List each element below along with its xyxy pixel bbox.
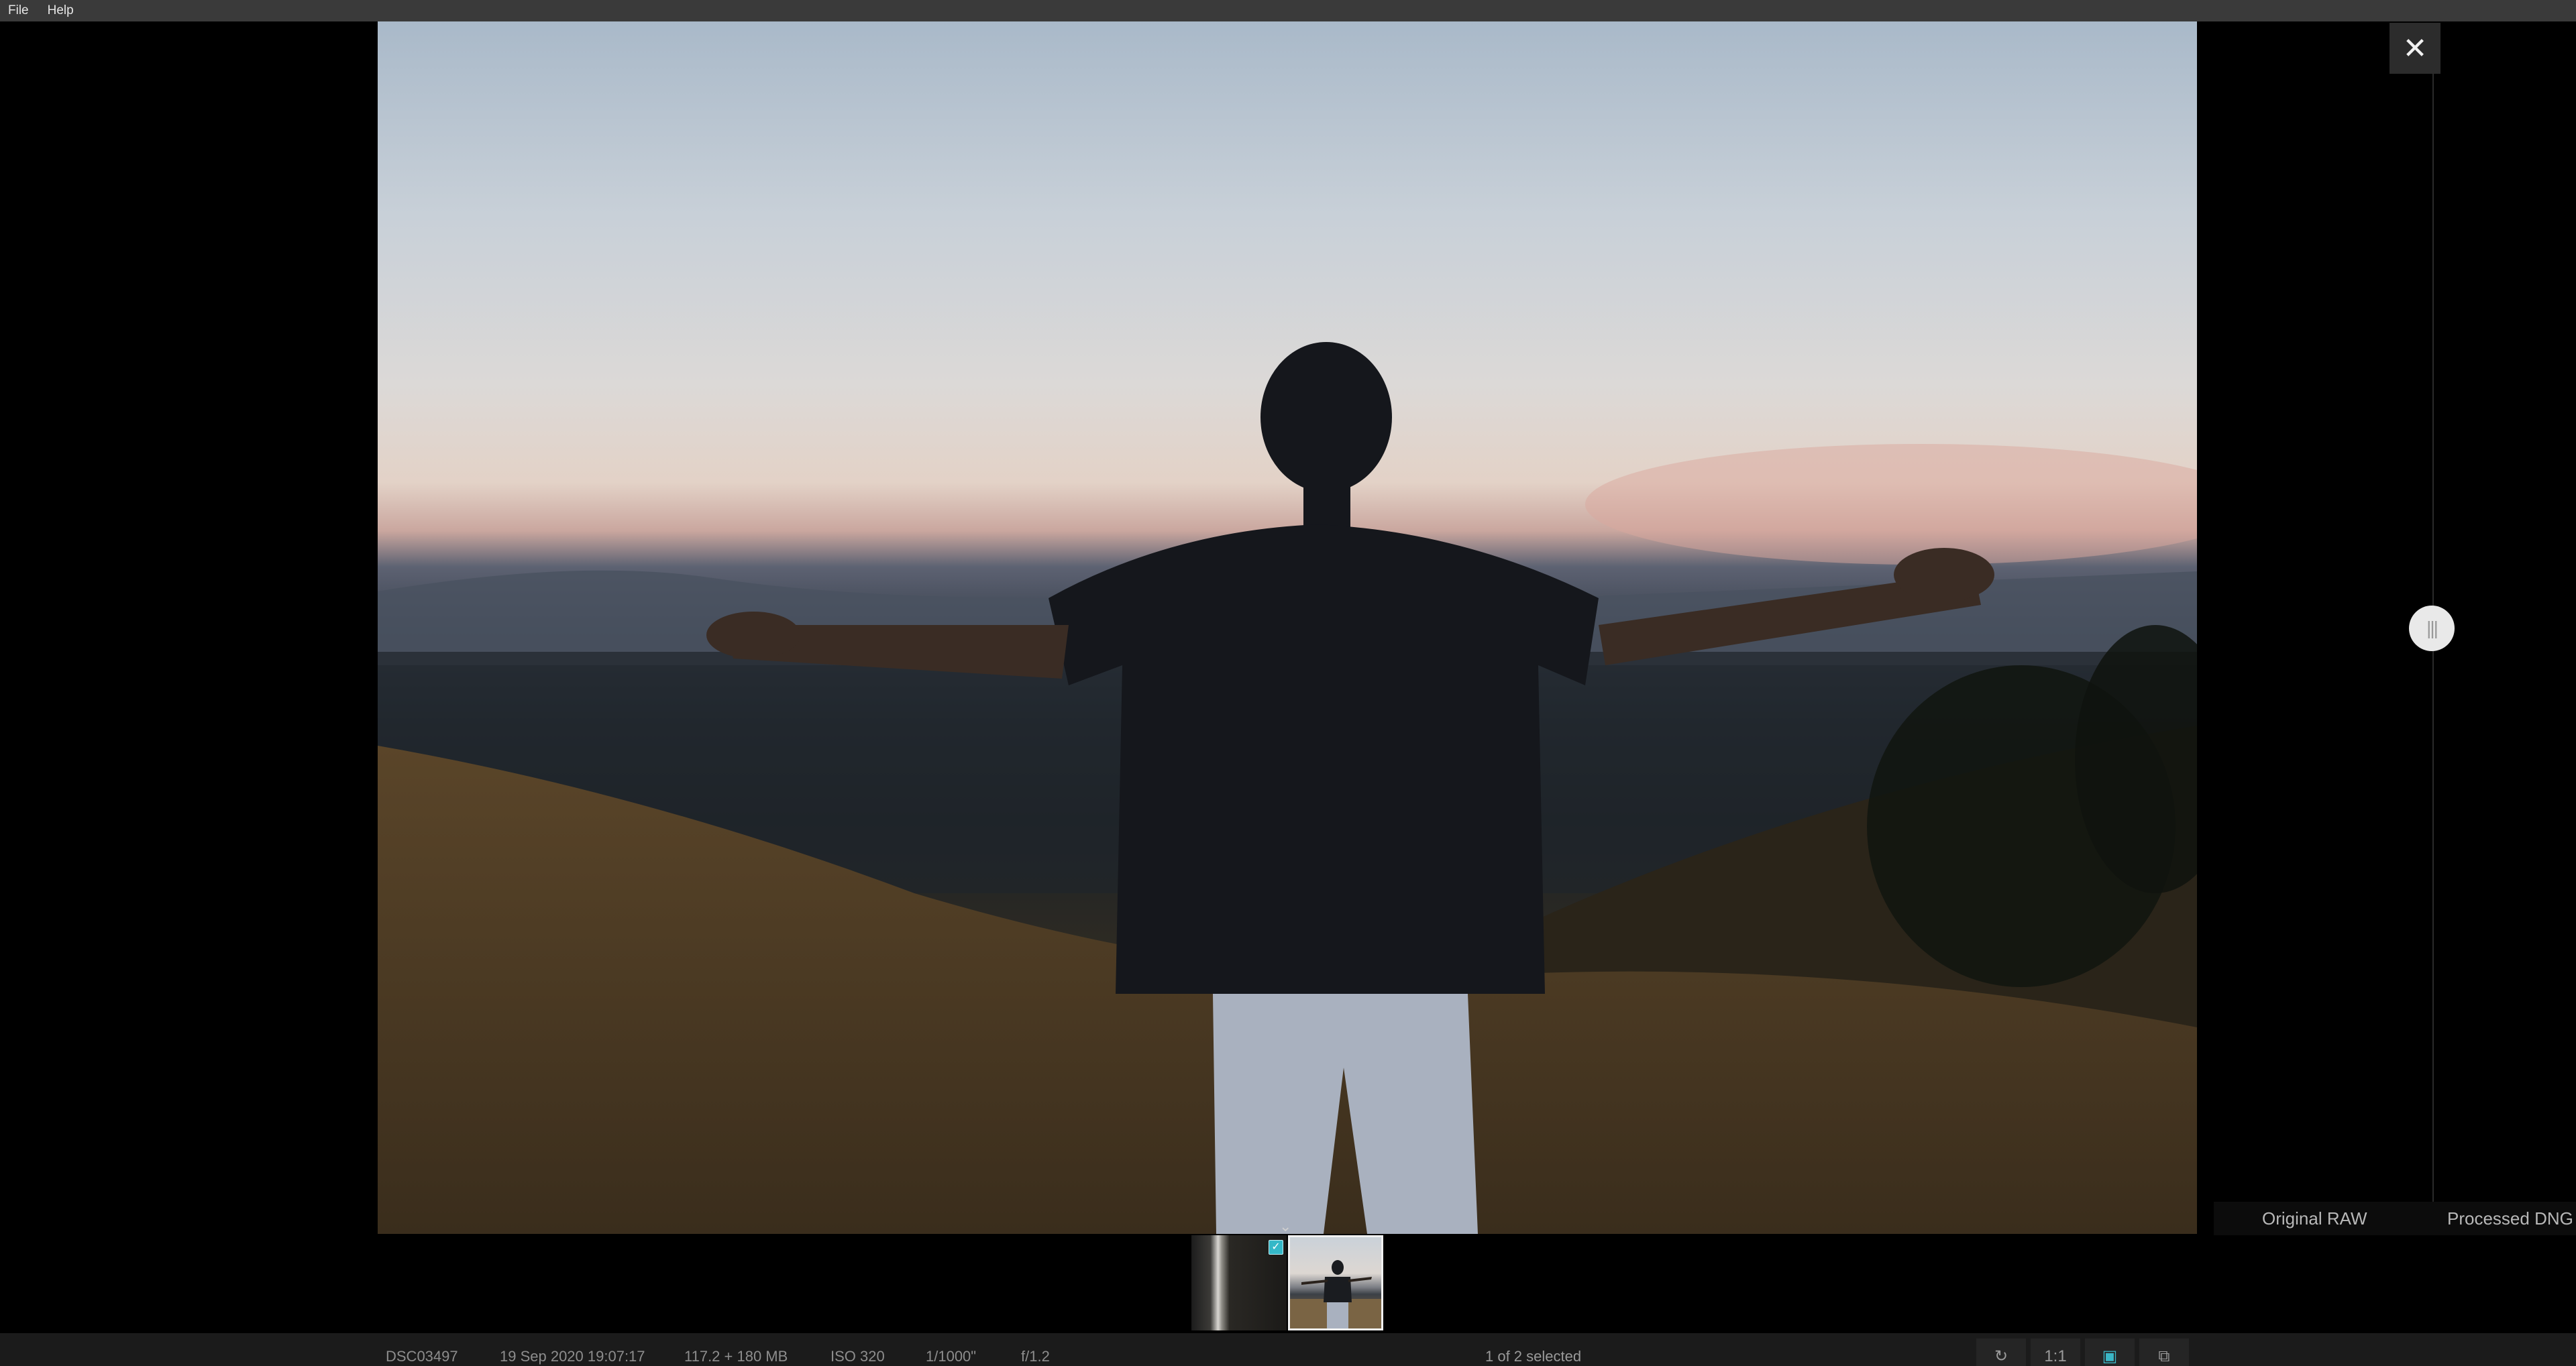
single-view-button[interactable]: ▣ (2085, 1339, 2135, 1366)
compare-labels: Original RAW Processed DNG (2214, 1202, 2576, 1235)
aperture: f/1.2 (1021, 1348, 1050, 1365)
photo-image (378, 342, 2197, 1234)
menu-file[interactable]: File (0, 0, 38, 21)
photo-viewer[interactable] (378, 21, 2197, 1234)
capture-date: 19 Sep 2020 19:07:17 (500, 1348, 645, 1365)
grip-icon: ||| (2426, 618, 2438, 638)
image-icon: ▣ (2102, 1347, 2118, 1365)
stack-icon: ⧉ (2158, 1347, 2170, 1365)
compare-slider-handle[interactable]: ||| (2409, 606, 2455, 651)
thumbnail-2[interactable] (1288, 1235, 1383, 1330)
compare-view-button[interactable]: ⧉ (2139, 1339, 2189, 1366)
thumbnail-2-image (1288, 1260, 1383, 1330)
close-button[interactable]: ✕ (2390, 23, 2440, 74)
zoom-1to1-button[interactable]: 1:1 (2031, 1339, 2080, 1366)
close-icon: ✕ (2402, 32, 2428, 65)
checkbox-checked-icon[interactable]: ✓ (1269, 1240, 1283, 1255)
chevron-down-icon[interactable]: ⌄ (1279, 1218, 1291, 1235)
iso-value: ISO 320 (830, 1348, 885, 1365)
shutter-speed: 1/1000" (926, 1348, 977, 1365)
selection-count: 1 of 2 selected (1485, 1348, 1582, 1365)
filename: DSC03497 (386, 1348, 458, 1365)
file-size: 117.2 + 180 MB (684, 1348, 788, 1365)
zoom-label: 1:1 (2044, 1347, 2067, 1365)
rotate-button[interactable]: ↻ (1976, 1339, 2026, 1366)
status-bar: DSC03497 19 Sep 2020 19:07:17 117.2 + 18… (0, 1333, 2576, 1366)
processed-dng-label[interactable]: Processed DNG (2447, 1208, 2573, 1229)
rotate-icon: ↻ (1994, 1347, 2008, 1365)
original-raw-label[interactable]: Original RAW (2262, 1208, 2367, 1229)
menu-bar: File Help (0, 0, 2576, 21)
menu-help[interactable]: Help (38, 0, 83, 21)
